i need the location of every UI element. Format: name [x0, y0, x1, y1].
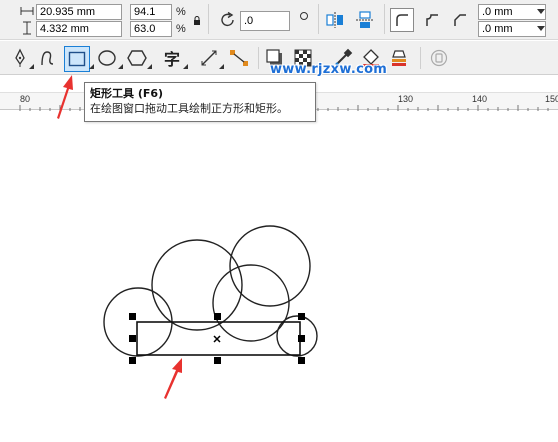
width-icon	[20, 5, 34, 17]
round-corner-icon[interactable]	[390, 8, 414, 32]
mirror-vertical-icon[interactable]	[354, 10, 376, 30]
chevron-down-icon[interactable]	[146, 63, 152, 69]
scale-x-field[interactable]: 94.1	[130, 4, 172, 20]
ruler-label: 140	[472, 94, 488, 104]
selected-rectangle	[136, 321, 301, 356]
rotation-angle-field[interactable]: .0	[240, 11, 290, 31]
selection-handles	[129, 313, 305, 364]
selection-handle[interactable]	[298, 335, 305, 342]
chevron-down-icon[interactable]	[218, 63, 224, 69]
connector-icon[interactable]	[228, 47, 250, 69]
chevron-down-icon[interactable]	[117, 63, 123, 69]
property-bar: 20.935 mm 4.332 mm 94.1 63.0 % % .0 .0 m…	[0, 0, 558, 40]
scale-y-percent-label: %	[176, 23, 186, 35]
polygon-tool-icon[interactable]	[126, 47, 148, 69]
circle-shape	[103, 287, 173, 357]
rotate-icon	[218, 10, 238, 30]
separator	[208, 4, 209, 34]
ellipse-tool-icon[interactable]	[96, 47, 118, 69]
circle-shape	[212, 264, 290, 342]
chamfered-corner-icon[interactable]	[448, 8, 472, 32]
dimension-icon[interactable]	[198, 47, 220, 69]
selection-handle[interactable]	[298, 313, 305, 320]
height-icon	[20, 21, 34, 35]
text-tool-icon[interactable]: 字	[160, 47, 184, 69]
selection-handle[interactable]	[214, 313, 221, 320]
selection-handle[interactable]	[298, 357, 305, 364]
lock-ratio-icon[interactable]	[192, 14, 202, 26]
chevron-down-icon[interactable]	[536, 22, 546, 36]
curve-icon[interactable]	[38, 47, 58, 69]
chevron-down-icon[interactable]	[88, 63, 94, 69]
selection-handle[interactable]	[214, 357, 221, 364]
separator	[258, 47, 259, 69]
selection-handle[interactable]	[129, 335, 136, 342]
rectangle-tool-icon[interactable]	[64, 46, 90, 72]
tooltip-description: 在绘图窗口拖动工具绘制正方形和矩形。	[90, 102, 288, 115]
rectangle-tool-tooltip: 矩形工具 (F6) 在绘图窗口拖动工具绘制正方形和矩形。	[84, 82, 316, 122]
degree-icon	[298, 10, 310, 22]
selection-handle[interactable]	[129, 313, 136, 320]
mirror-horizontal-icon[interactable]	[324, 10, 346, 30]
ruler-label: 150	[545, 94, 558, 104]
ruler-label: 80	[20, 94, 31, 104]
object-height-field[interactable]: 4.332 mm	[36, 21, 122, 37]
scale-x-percent-label: %	[176, 6, 186, 18]
circle-shape	[151, 239, 243, 331]
chevron-down-icon[interactable]	[28, 63, 34, 69]
text-tool-glyph: 字	[163, 50, 180, 69]
center-marker	[213, 335, 221, 343]
smart-fill-icon[interactable]	[388, 47, 410, 69]
selection-handle[interactable]	[129, 357, 136, 364]
arrow-annotation	[164, 358, 182, 399]
scalloped-corner-icon[interactable]	[420, 8, 444, 32]
object-width-field[interactable]: 20.935 mm	[36, 4, 122, 20]
circle-shape	[276, 315, 318, 357]
pen-icon[interactable]	[10, 47, 30, 69]
watermark-text: www.rjzxw.com	[270, 62, 388, 77]
circle-shape	[229, 225, 311, 307]
ruler-label: 130	[398, 94, 414, 104]
scale-y-field[interactable]: 63.0	[130, 21, 172, 37]
chevron-down-icon[interactable]	[182, 63, 188, 69]
chevron-down-icon[interactable]	[536, 5, 546, 19]
lock-toggle-icon[interactable]	[428, 47, 450, 69]
separator	[420, 47, 421, 69]
tooltip-title: 矩形工具 (F6)	[90, 87, 164, 100]
separator	[384, 4, 385, 34]
separator	[318, 4, 319, 34]
